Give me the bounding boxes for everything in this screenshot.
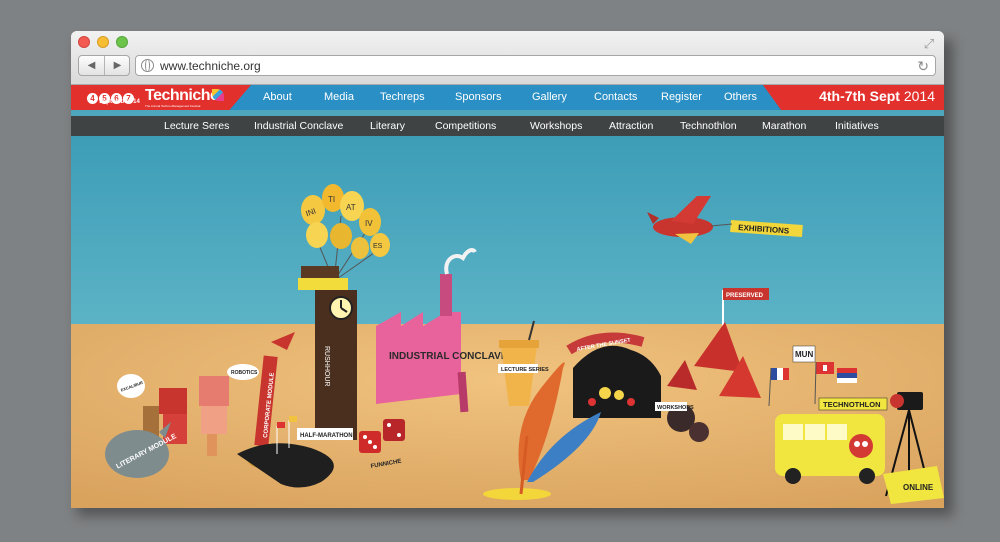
robotics-label: ROBOTICS bbox=[231, 370, 258, 376]
logo-day: 4 bbox=[87, 93, 98, 104]
workshops-label: WORKSHOPS bbox=[657, 405, 694, 411]
back-arrow-icon: ◀ bbox=[87, 60, 96, 71]
nav-about[interactable]: About bbox=[263, 85, 292, 110]
logo-tagline: The Annual Techno-Management Festival bbox=[145, 104, 201, 108]
address-bar[interactable]: www.techniche.org ↻ bbox=[135, 55, 936, 76]
nav-contacts[interactable]: Contacts bbox=[594, 85, 637, 110]
reload-icon[interactable]: ↻ bbox=[917, 57, 929, 75]
expand-icon[interactable]: ⤢ bbox=[922, 37, 936, 51]
event-date-ribbon: 4th-7th Sept 2014 bbox=[763, 85, 944, 110]
browser-window: ⤢ ◀ ▶ www.techniche.org ↻ 4567 September… bbox=[71, 31, 944, 508]
history-buttons: ◀ ▶ bbox=[78, 55, 130, 76]
forward-button[interactable]: ▶ bbox=[105, 56, 130, 75]
lecture-series-label: LECTURE SERIES bbox=[501, 367, 549, 373]
subnav-lecture-series[interactable]: Lecture Seres bbox=[164, 116, 229, 136]
hero-papercraft-scene: INI TI AT IV ES RUSHHOUR INDUSTRIAL CONC… bbox=[71, 136, 944, 508]
industrial-conclave-label: INDUSTRIAL CONCLAVE bbox=[389, 351, 508, 362]
browser-toolbar: ⤢ ◀ ▶ www.techniche.org ↻ bbox=[71, 31, 944, 85]
url-text[interactable]: www.techniche.org bbox=[160, 59, 261, 73]
event-date-range: 4th-7th Sept bbox=[819, 88, 900, 104]
technothlon-label: TECHNOTHLON bbox=[823, 400, 881, 409]
event-dates: 4th-7th Sept 2014 bbox=[819, 88, 935, 104]
event-year: 2014 bbox=[903, 88, 935, 104]
nav-register[interactable]: Register bbox=[661, 85, 702, 110]
subnav-technothlon[interactable]: Technothlon bbox=[680, 116, 737, 136]
subnav-literary[interactable]: Literary bbox=[370, 116, 405, 136]
close-window-button[interactable] bbox=[78, 36, 90, 48]
subnav-attraction[interactable]: Attraction bbox=[609, 116, 653, 136]
nav-sponsors[interactable]: Sponsors bbox=[455, 85, 501, 110]
site-header: 4567 September '14 Techniche The Annual … bbox=[71, 85, 944, 110]
logo-area[interactable]: 4567 September '14 Techniche The Annual … bbox=[71, 85, 251, 110]
nav-media[interactable]: Media bbox=[324, 85, 354, 110]
rushhour-clock-tower[interactable]: RUSHHOUR bbox=[298, 266, 357, 440]
online-label: ONLINE bbox=[903, 483, 934, 492]
globe-icon bbox=[141, 59, 154, 72]
subnav-competitions[interactable]: Competitions bbox=[435, 116, 496, 136]
balloon-letters: AT bbox=[346, 203, 356, 212]
flame-logo-icon bbox=[212, 89, 224, 101]
web-page: 4567 September '14 Techniche The Annual … bbox=[71, 85, 944, 508]
subnav-marathon[interactable]: Marathon bbox=[762, 116, 806, 136]
zoom-window-button[interactable] bbox=[116, 36, 128, 48]
logo-month: September '14 bbox=[99, 99, 140, 105]
industrial-label-text: INDUSTRIAL CONCLAVE bbox=[389, 351, 508, 362]
nav-others[interactable]: Others bbox=[724, 85, 757, 110]
half-marathon-label: HALF-MARATHON bbox=[300, 433, 353, 439]
subnav-workshops[interactable]: Workshops bbox=[530, 116, 582, 136]
balloon-letters: ES bbox=[373, 243, 383, 250]
sky-backdrop bbox=[71, 136, 944, 326]
back-button[interactable]: ◀ bbox=[79, 56, 105, 75]
subnav-initiatives[interactable]: Initiatives bbox=[835, 116, 879, 136]
minimize-window-button[interactable] bbox=[97, 36, 109, 48]
secondary-nav: Lecture Seres Industrial Conclave Litera… bbox=[71, 116, 944, 136]
balloon-letters: TI bbox=[328, 195, 335, 204]
forward-arrow-icon: ▶ bbox=[113, 60, 122, 71]
balloon-letters: IV bbox=[365, 219, 373, 228]
preserved-label: PRESERVED bbox=[726, 293, 764, 299]
site-logo-name[interactable]: Techniche bbox=[145, 87, 219, 105]
nav-gallery[interactable]: Gallery bbox=[532, 85, 567, 110]
mun-label: MUN bbox=[795, 350, 813, 359]
rushhour-label: RUSHHOUR bbox=[323, 346, 330, 386]
nav-techreps[interactable]: Techreps bbox=[380, 85, 425, 110]
subnav-industrial-conclave[interactable]: Industrial Conclave bbox=[254, 116, 343, 136]
